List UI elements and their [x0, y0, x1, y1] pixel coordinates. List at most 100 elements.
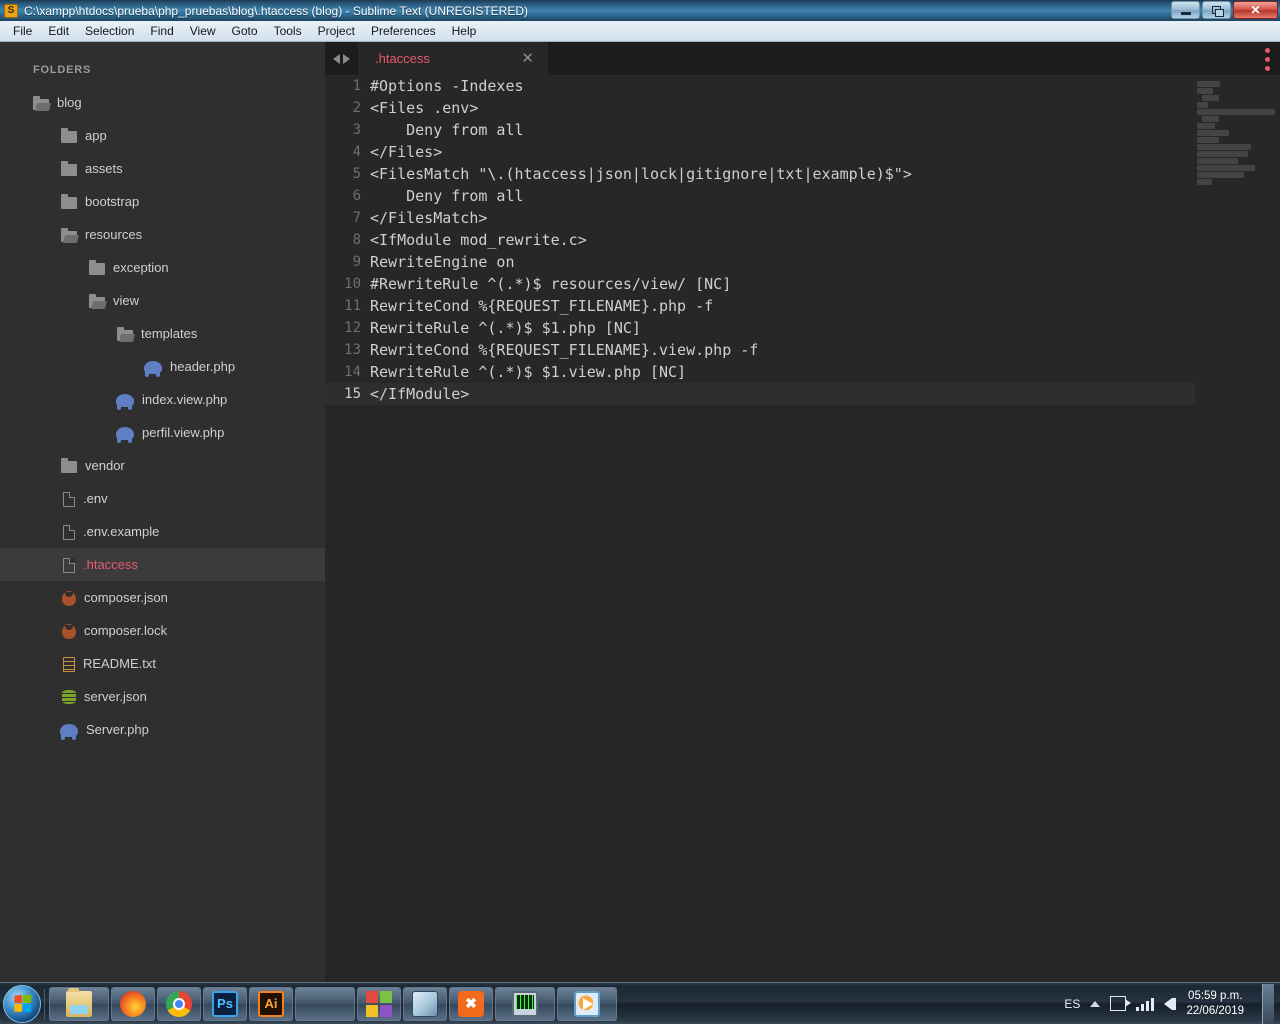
menu-edit[interactable]: Edit [40, 22, 77, 40]
signal-bars-icon[interactable] [1136, 997, 1155, 1011]
menu-goto[interactable]: Goto [224, 22, 266, 40]
code-line[interactable]: 6 Deny from all [325, 185, 1280, 207]
taskbar-button-google-chrome[interactable] [157, 986, 201, 1021]
taskbar-button-media-player[interactable] [557, 986, 617, 1021]
close-icon[interactable]: ✕ [521, 51, 534, 66]
code-line[interactable]: 7 </FilesMatch> [325, 207, 1280, 229]
taskbar-button-file-explorer[interactable] [49, 986, 109, 1021]
line-number: 6 [352, 188, 361, 204]
sidebar-item-htaccess[interactable]: .htaccess [0, 548, 325, 581]
sidebar-item-label: .env.example [83, 524, 160, 539]
sidebar-item-resources[interactable]: resources [0, 218, 325, 251]
code-line[interactable]: 15 </IfModule> [325, 383, 1280, 405]
line-number: 3 [352, 122, 361, 138]
photoshop-icon: Ps [212, 990, 238, 1017]
google-chrome-icon [166, 990, 192, 1017]
sidebar-item-perfil-view-php[interactable]: perfil.view.php [0, 416, 325, 449]
code-line[interactable]: 14 RewriteRule ^(.*)$ $1.view.php [NC] [325, 361, 1280, 383]
taskbar-button-windows-tiles[interactable] [357, 986, 401, 1021]
code-text: Deny from all [370, 121, 524, 139]
sidebar-item-blog[interactable]: blog [0, 86, 325, 119]
kebab-menu-icon[interactable] [1265, 48, 1270, 71]
code-editor[interactable]: 1 #Options -Indexes 2 <Files .env> 3 Deny fr… [325, 75, 1280, 982]
taskbar-button-system-monitor[interactable] [495, 986, 555, 1021]
sidebar-item-templates[interactable]: templates [0, 317, 325, 350]
sidebar-item-server-php[interactable]: Server.php [0, 713, 325, 746]
sidebar-item-bootstrap[interactable]: bootstrap [0, 185, 325, 218]
close-button[interactable]: ✕ [1233, 1, 1278, 19]
taskbar-button-virtualbox[interactable] [403, 986, 447, 1021]
folder-tree: blog app assets bootstrap resources exception… [0, 86, 325, 746]
menu-view[interactable]: View [182, 22, 224, 40]
code-text: RewriteEngine on [370, 253, 515, 271]
menubar: File Edit Selection Find View Goto Tools… [0, 21, 1280, 42]
sidebar-item-env[interactable]: .env [0, 482, 325, 515]
menu-tools[interactable]: Tools [266, 22, 310, 40]
sidebar-item-exception[interactable]: exception [0, 251, 325, 284]
sidebar-item-label: bootstrap [85, 194, 140, 209]
line-number: 15 [344, 386, 361, 402]
sidebar-item-label: app [85, 128, 107, 143]
language-indicator[interactable]: ES [1064, 997, 1080, 1011]
sidebar-item-app[interactable]: app [0, 119, 325, 152]
code-line[interactable]: 1 #Options -Indexes [325, 75, 1280, 97]
taskbar-divider [44, 988, 45, 1019]
taskbar-button-xampp[interactable]: ✖ [449, 986, 493, 1021]
folder-closed-icon [61, 193, 77, 209]
menu-find[interactable]: Find [142, 22, 181, 40]
taskbar-button-sublime-text[interactable]: S [295, 986, 355, 1021]
code-line[interactable]: 4 </Files> [325, 141, 1280, 163]
sidebar-item-composer-lock[interactable]: composer.lock [0, 614, 325, 647]
sidebar-item-header-php[interactable]: header.php [0, 350, 325, 383]
sidebar-item-vendor[interactable]: vendor [0, 449, 325, 482]
code-line[interactable]: 12 RewriteRule ^(.*)$ $1.php [NC] [325, 317, 1280, 339]
folder-closed-icon [61, 457, 77, 473]
minimize-button[interactable] [1171, 1, 1200, 19]
speaker-icon[interactable] [1164, 997, 1177, 1010]
menu-file[interactable]: File [5, 22, 40, 40]
system-tray: ES 05:59 p.m. 22/06/2019 [1064, 983, 1280, 1024]
minimap[interactable] [1195, 75, 1280, 982]
menu-help[interactable]: Help [444, 22, 485, 40]
folder-open-icon [89, 293, 105, 308]
code-line[interactable]: 3 Deny from all [325, 119, 1280, 141]
chevron-right-icon[interactable] [343, 53, 350, 64]
maximize-restore-button[interactable] [1202, 1, 1231, 19]
line-number: 1 [352, 78, 361, 94]
show-desktop-button[interactable] [1262, 983, 1274, 1024]
taskbar-buttons: Ps Ai S ✖ [48, 986, 618, 1021]
menu-project[interactable]: Project [310, 22, 363, 40]
sidebar-item-view[interactable]: view [0, 284, 325, 317]
code-line[interactable]: 9 RewriteEngine on [325, 251, 1280, 273]
chevron-up-icon[interactable] [1090, 1000, 1101, 1007]
sidebar-item-index-view-php[interactable]: index.view.php [0, 383, 325, 416]
flag-icon[interactable] [1110, 996, 1132, 1011]
windows-start-orb[interactable] [3, 984, 41, 1023]
minimap-line [1201, 95, 1220, 101]
sidebar-item-readme-txt[interactable]: README.txt [0, 647, 325, 680]
code-line[interactable]: 2 <Files .env> [325, 97, 1280, 119]
menu-preferences[interactable]: Preferences [363, 22, 444, 40]
taskbar-button-illustrator[interactable]: Ai [249, 986, 293, 1021]
taskbar-clock[interactable]: 05:59 p.m. 22/06/2019 [1182, 989, 1248, 1019]
sidebar-item-env-example[interactable]: .env.example [0, 515, 325, 548]
code-line[interactable]: 13 RewriteCond %{REQUEST_FILENAME}.view.p… [325, 339, 1280, 361]
code-line[interactable]: 11 RewriteCond %{REQUEST_FILENAME}.php -f [325, 295, 1280, 317]
minimap-line [1197, 144, 1251, 150]
txt-icon [63, 656, 75, 672]
menu-selection[interactable]: Selection [77, 22, 142, 40]
tab-htaccess[interactable]: .htaccess ✕ [358, 42, 548, 75]
minimap-line [1197, 81, 1220, 87]
sidebar-item-assets[interactable]: assets [0, 152, 325, 185]
sidebar-item-label: perfil.view.php [142, 425, 225, 440]
taskbar-button-photoshop[interactable]: Ps [203, 986, 247, 1021]
chevron-left-icon[interactable] [333, 53, 340, 64]
sidebar-item-server-json[interactable]: server.json [0, 680, 325, 713]
file-plain-icon [63, 557, 75, 573]
code-line[interactable]: 5 <FilesMatch "\.(htaccess|json|lock|giti… [325, 163, 1280, 185]
composer-icon [62, 623, 76, 639]
code-line[interactable]: 10 #RewriteRule ^(.*)$ resources/view/ [N… [325, 273, 1280, 295]
sidebar-item-composer-json[interactable]: composer.json [0, 581, 325, 614]
code-line[interactable]: 8 <IfModule mod_rewrite.c> [325, 229, 1280, 251]
taskbar-button-firefox[interactable] [111, 986, 155, 1021]
